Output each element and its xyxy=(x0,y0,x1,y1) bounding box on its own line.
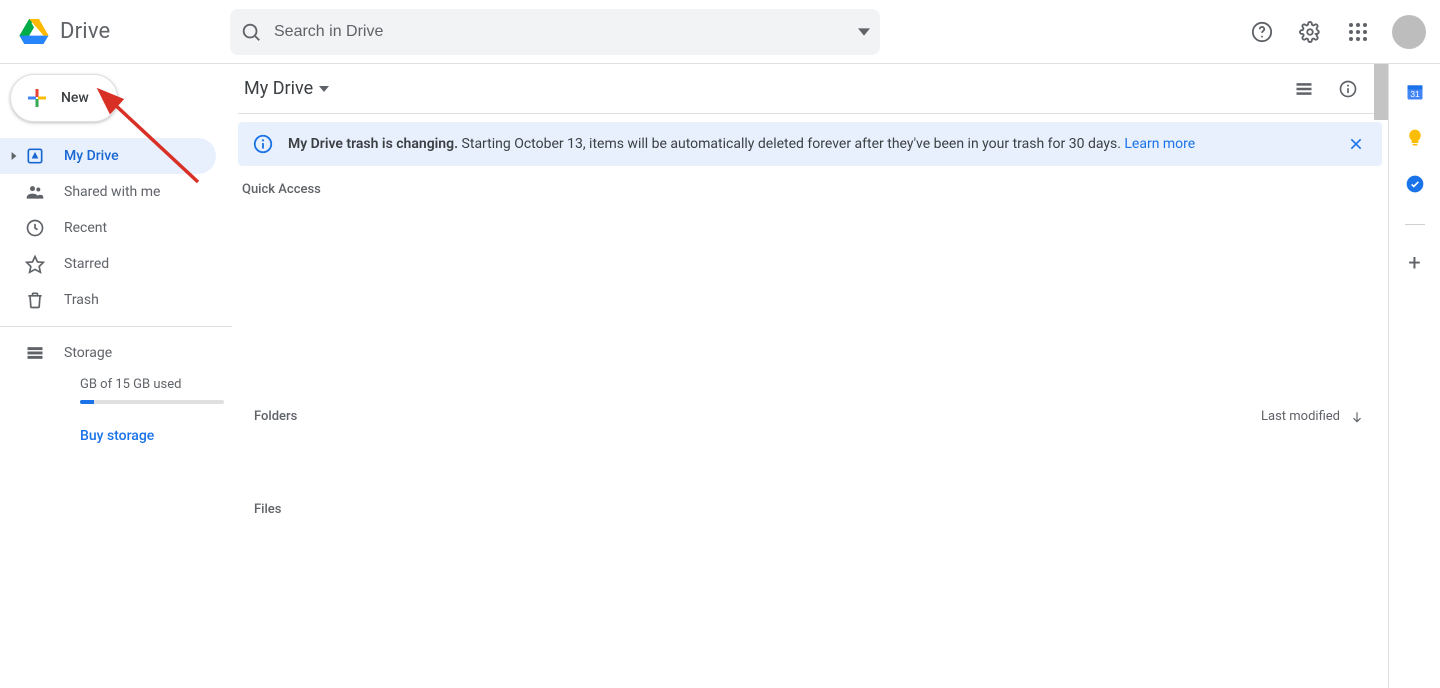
banner-learn-more-link[interactable]: Learn more xyxy=(1124,136,1195,152)
drive-logo-icon xyxy=(14,12,54,52)
mydrive-icon xyxy=(24,146,46,166)
chevron-down-icon xyxy=(319,86,329,92)
keep-addon-button[interactable] xyxy=(1405,128,1425,148)
star-icon xyxy=(24,254,46,274)
side-panel: 31 + xyxy=(1388,64,1440,688)
sidebar-item-trash[interactable]: Trash xyxy=(0,282,216,318)
sidebar-item-label: Starred xyxy=(64,256,109,272)
plus-color-icon xyxy=(25,86,49,110)
breadcrumb-mydrive[interactable]: My Drive xyxy=(238,74,335,103)
brand-name: Drive xyxy=(60,19,110,44)
sidebar-item-label: Recent xyxy=(64,220,107,236)
tasks-addon-button[interactable] xyxy=(1405,174,1425,194)
new-button-label: New xyxy=(61,90,89,106)
sidebar-item-starred[interactable]: Starred xyxy=(0,246,216,282)
clock-icon xyxy=(24,218,46,238)
buy-storage-link[interactable]: Buy storage xyxy=(24,428,154,444)
tasks-icon xyxy=(1405,174,1425,194)
calendar-addon-button[interactable]: 31 xyxy=(1405,82,1425,102)
sidebar-item-label: Shared with me xyxy=(64,184,160,200)
banner-bold: My Drive trash is changing. xyxy=(288,136,458,152)
shared-icon xyxy=(24,182,46,202)
keep-icon xyxy=(1405,128,1425,148)
svg-text:31: 31 xyxy=(1410,89,1420,99)
trash-icon xyxy=(24,290,46,310)
storage-label: Storage xyxy=(64,345,112,361)
support-button[interactable] xyxy=(1242,12,1282,52)
search-icon[interactable] xyxy=(240,21,262,43)
storage-icon xyxy=(24,343,46,363)
sidebar-item-label: My Drive xyxy=(64,148,119,164)
main-content: My Drive xyxy=(232,64,1388,688)
storage-text: GB of 15 GB used xyxy=(24,377,232,392)
main-header: My Drive xyxy=(238,64,1384,114)
search-options-dropdown-icon[interactable] xyxy=(858,26,870,38)
close-icon xyxy=(1348,136,1364,152)
banner-close-button[interactable] xyxy=(1344,132,1368,156)
sidebar-item-shared[interactable]: Shared with me xyxy=(0,174,216,210)
help-icon xyxy=(1251,21,1273,43)
plus-icon: + xyxy=(1408,251,1420,276)
sidebar-storage: Storage GB of 15 GB used Buy storage xyxy=(0,335,232,444)
topbar: Drive xyxy=(0,0,1440,64)
details-button[interactable] xyxy=(1330,71,1366,107)
panel-divider xyxy=(1405,224,1425,225)
folders-header: Folders Last modified xyxy=(238,405,1388,428)
banner-body: Starting October 13, items will be autom… xyxy=(462,136,1121,152)
scrollbar[interactable] xyxy=(1374,64,1388,120)
top-icons xyxy=(1242,12,1432,52)
quick-access-label: Quick Access xyxy=(238,174,1388,205)
sidebar-item-label: Trash xyxy=(64,292,99,308)
folders-label: Folders xyxy=(254,409,297,424)
sidebar-item-storage[interactable]: Storage xyxy=(24,335,232,371)
storage-bar xyxy=(80,400,224,404)
google-apps-button[interactable] xyxy=(1338,12,1378,52)
list-view-icon xyxy=(1294,79,1314,99)
settings-button[interactable] xyxy=(1290,12,1330,52)
search-box[interactable] xyxy=(230,9,880,55)
sidebar-item-recent[interactable]: Recent xyxy=(0,210,216,246)
files-header: Files xyxy=(238,498,1388,521)
info-icon xyxy=(1338,79,1358,99)
gear-icon xyxy=(1299,21,1321,43)
calendar-icon: 31 xyxy=(1405,82,1425,102)
apps-grid-icon xyxy=(1349,23,1367,41)
chevron-right-icon[interactable] xyxy=(10,152,18,160)
sort-control[interactable]: Last modified xyxy=(1261,409,1364,424)
arrow-down-icon xyxy=(1350,410,1364,424)
divider xyxy=(0,326,232,327)
sidebar: New My Drive xyxy=(0,64,232,688)
new-button[interactable]: New xyxy=(10,74,118,122)
banner-text: My Drive trash is changing. Starting Oct… xyxy=(288,136,1195,152)
info-icon xyxy=(252,133,274,155)
sidebar-item-mydrive[interactable]: My Drive xyxy=(0,138,216,174)
view-layout-button[interactable] xyxy=(1286,71,1322,107)
brand[interactable]: Drive xyxy=(14,12,230,52)
files-label: Files xyxy=(254,502,281,517)
get-addons-button[interactable]: + xyxy=(1405,251,1425,276)
breadcrumb-label: My Drive xyxy=(244,78,313,99)
trash-change-banner: My Drive trash is changing. Starting Oct… xyxy=(238,122,1382,166)
search-input[interactable] xyxy=(274,23,846,41)
account-avatar[interactable] xyxy=(1392,15,1426,49)
sort-label: Last modified xyxy=(1261,409,1340,424)
